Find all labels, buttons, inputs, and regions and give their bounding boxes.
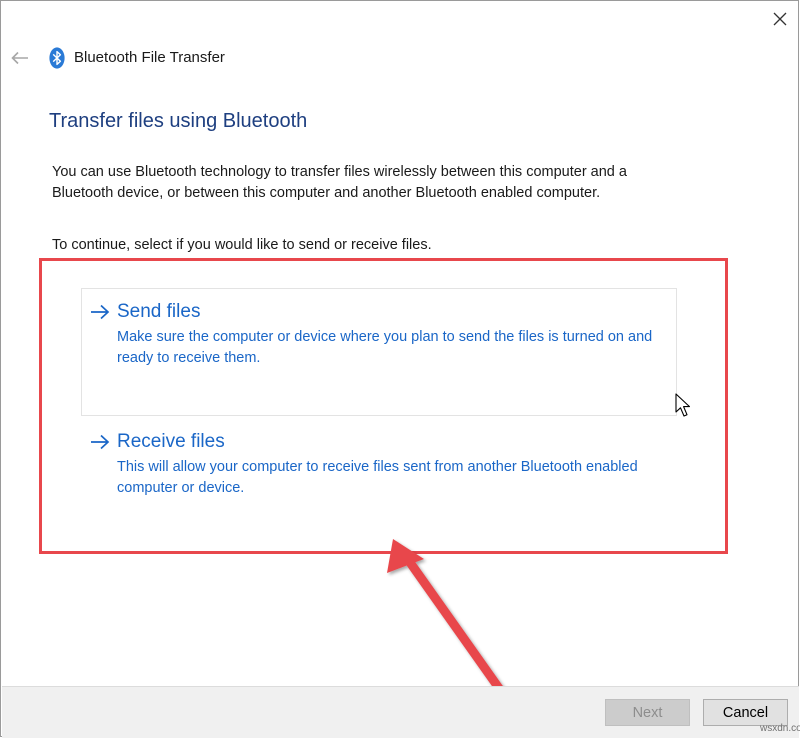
back-arrow-icon (11, 51, 28, 65)
arrow-right-icon (91, 304, 110, 320)
send-files-option[interactable]: Send files Make sure the computer or dev… (81, 288, 677, 416)
watermark: wsxdn.com (760, 723, 800, 734)
cancel-button[interactable]: Cancel (703, 699, 788, 726)
page-instruction: To continue, select if you would like to… (52, 237, 432, 253)
page-description: You can use Bluetooth technology to tran… (52, 164, 627, 201)
bluetooth-icon (49, 47, 65, 69)
mouse-cursor-icon (675, 393, 691, 417)
bluetooth-file-transfer-window: Bluetooth File Transfer Transfer files u… (0, 0, 799, 738)
back-button[interactable] (7, 45, 33, 71)
send-files-description: Make sure the computer or device where y… (117, 329, 653, 366)
receive-files-title: Receive files (117, 431, 225, 452)
receive-files-description: This will allow your computer to receive… (117, 459, 638, 496)
receive-files-option[interactable]: Receive files This will allow your compu… (81, 418, 677, 518)
window-title: Bluetooth File Transfer (74, 49, 225, 66)
close-button[interactable] (763, 5, 797, 33)
next-button[interactable]: Next (605, 699, 690, 726)
send-files-title: Send files (117, 301, 201, 322)
arrow-right-icon (91, 434, 110, 450)
dialog-footer: Next Cancel (2, 686, 799, 738)
close-icon (773, 12, 787, 26)
page-heading: Transfer files using Bluetooth (49, 110, 308, 132)
